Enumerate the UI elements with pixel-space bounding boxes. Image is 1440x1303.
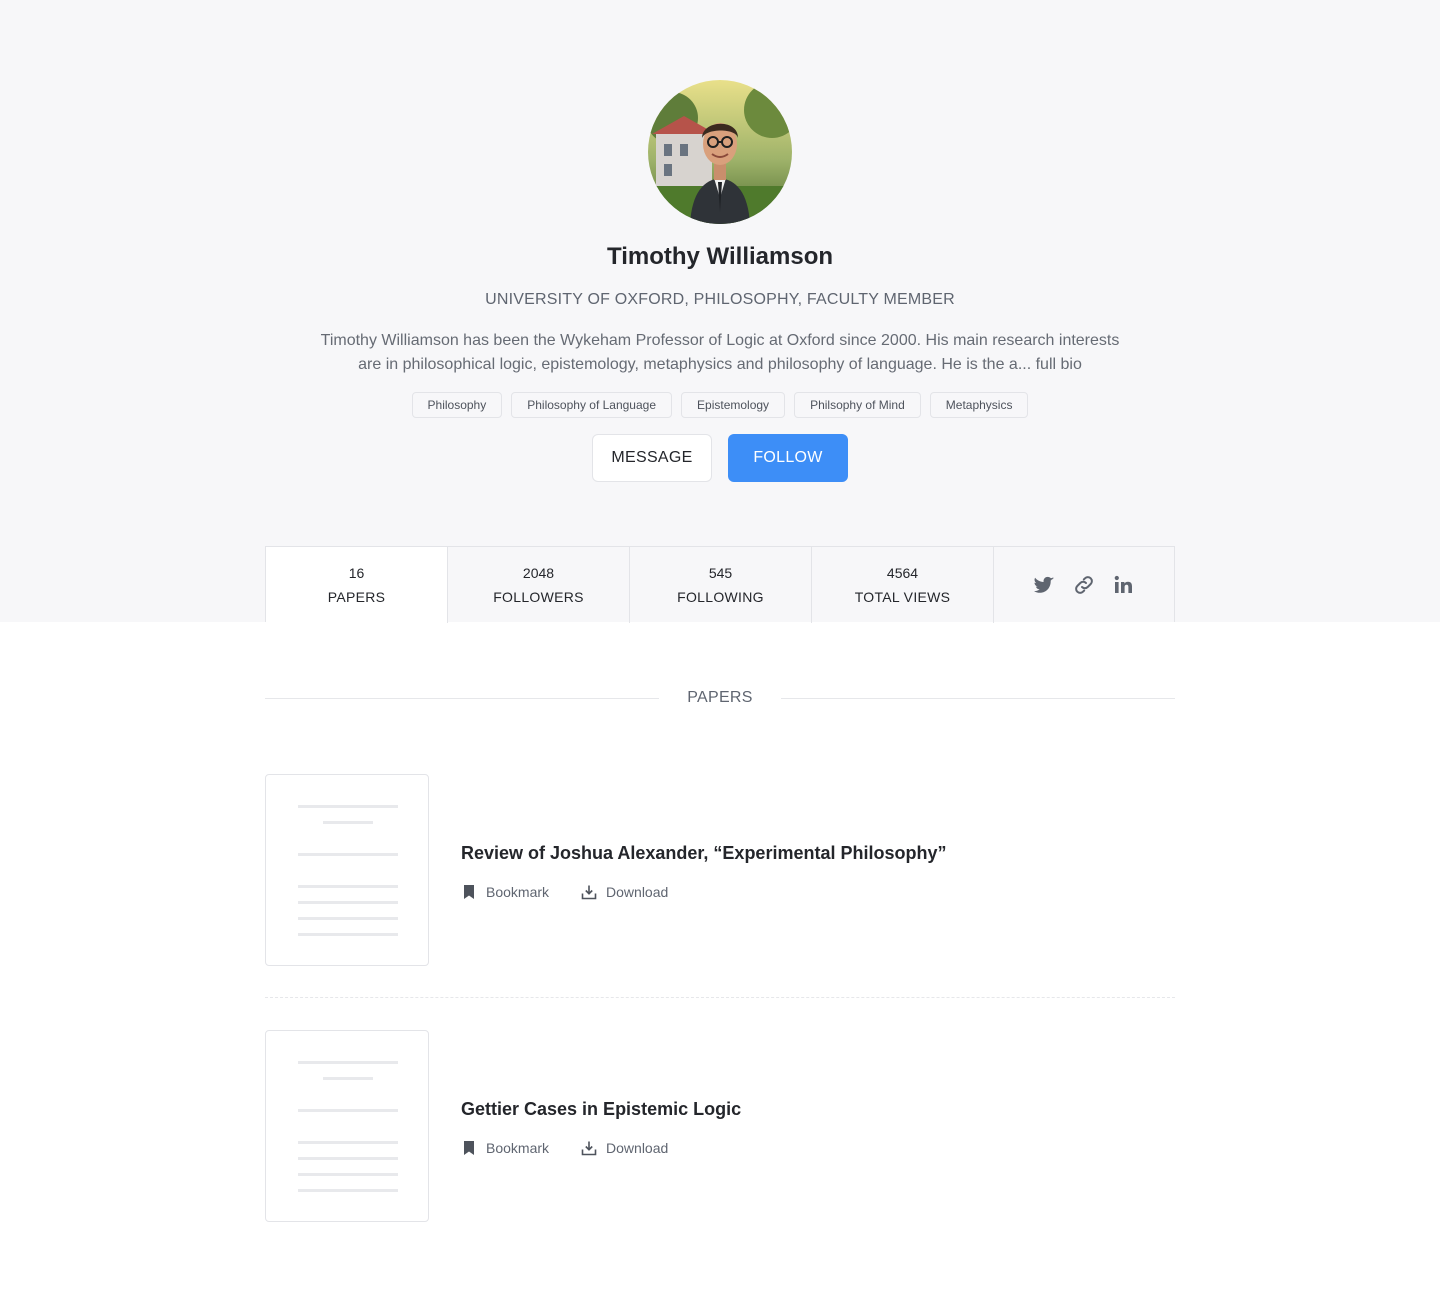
bookmark-button[interactable]: Bookmark [461, 882, 549, 902]
tag-epistemology[interactable]: Epistemology [681, 392, 786, 418]
stat-label: PAPERS [327, 589, 386, 605]
divider-line [781, 698, 1175, 699]
stat-value: 545 [708, 565, 733, 581]
paper-item: Gettier Cases in Epistemic Logic Bookmar… [265, 1030, 1175, 1222]
download-button[interactable]: Download [581, 1138, 668, 1158]
download-button[interactable]: Download [581, 882, 668, 902]
paper-title[interactable]: Gettier Cases in Epistemic Logic [461, 1096, 741, 1122]
paper-title[interactable]: Review of Joshua Alexander, “Experimenta… [461, 840, 946, 866]
bookmark-icon [464, 1141, 474, 1155]
stats-bar: 16 PAPERS 2048 FOLLOWERS 545 FOLLOWING 4… [265, 546, 1175, 623]
papers-section-header: PAPERS [265, 686, 1175, 710]
social-links [994, 547, 1174, 622]
bio-line: are in philosophical logic, epistemology… [358, 356, 1082, 373]
profile-affiliation: UNIVERSITY OF OXFORD, PHILOSOPHY, FACULT… [485, 291, 955, 308]
bookmark-button[interactable]: Bookmark [461, 1138, 549, 1158]
paper-item: Review of Joshua Alexander, “Experimenta… [265, 774, 1175, 966]
bookmark-icon [464, 885, 474, 899]
paper-thumbnail[interactable] [265, 774, 429, 966]
paper-actions: Bookmark Download [461, 1138, 668, 1158]
linkedin-icon[interactable] [1112, 573, 1136, 597]
stat-followers[interactable]: 2048 FOLLOWERS [448, 547, 630, 623]
profile-bio[interactable]: Timothy Williamson has been the Wykeham … [280, 329, 1160, 377]
stat-label: FOLLOWING [677, 589, 764, 605]
follow-button[interactable]: FOLLOW [728, 434, 848, 482]
tag-philosophy-of-language[interactable]: Philosophy of Language [511, 392, 673, 418]
paper-divider [265, 997, 1175, 998]
bookmark-label: Bookmark [486, 884, 550, 900]
bio-line: Timothy Williamson has been the Wykeham … [320, 332, 1120, 349]
profile-name: Timothy Williamson [606, 243, 834, 270]
stat-papers[interactable]: 16 PAPERS [266, 547, 448, 623]
stat-label: TOTAL VIEWS [854, 589, 951, 605]
download-label: Download [606, 884, 669, 900]
bookmark-label: Bookmark [486, 1140, 550, 1156]
message-button[interactable]: MESSAGE [592, 434, 712, 482]
stat-value: 4564 [886, 565, 919, 581]
stat-following[interactable]: 545 FOLLOWING [630, 547, 812, 623]
link-icon[interactable] [1072, 573, 1096, 597]
stat-value: 2048 [522, 565, 555, 581]
tag-metaphysics[interactable]: Metaphysics [929, 392, 1029, 418]
tag-philosophy[interactable]: Philosophy [411, 392, 503, 418]
profile-header: Timothy Williamson UNIVERSITY OF OXFORD,… [0, 0, 1440, 623]
twitter-icon[interactable] [1032, 573, 1056, 597]
tag-philosophy-of-mind[interactable]: Philsophy of Mind [794, 392, 921, 418]
download-icon [581, 885, 597, 900]
stat-label: FOLLOWERS [493, 589, 584, 605]
stat-total-views[interactable]: 4564 TOTAL VIEWS [812, 547, 994, 623]
download-icon [581, 1141, 597, 1156]
paper-thumbnail[interactable] [265, 1030, 429, 1222]
interest-tags: Philosophy Philosophy of Language Episte… [0, 392, 1440, 418]
avatar-portrait [648, 80, 792, 224]
paper-actions: Bookmark Download [461, 882, 668, 902]
avatar[interactable] [648, 80, 792, 224]
stat-value: 16 [348, 565, 365, 581]
download-label: Download [606, 1140, 669, 1156]
